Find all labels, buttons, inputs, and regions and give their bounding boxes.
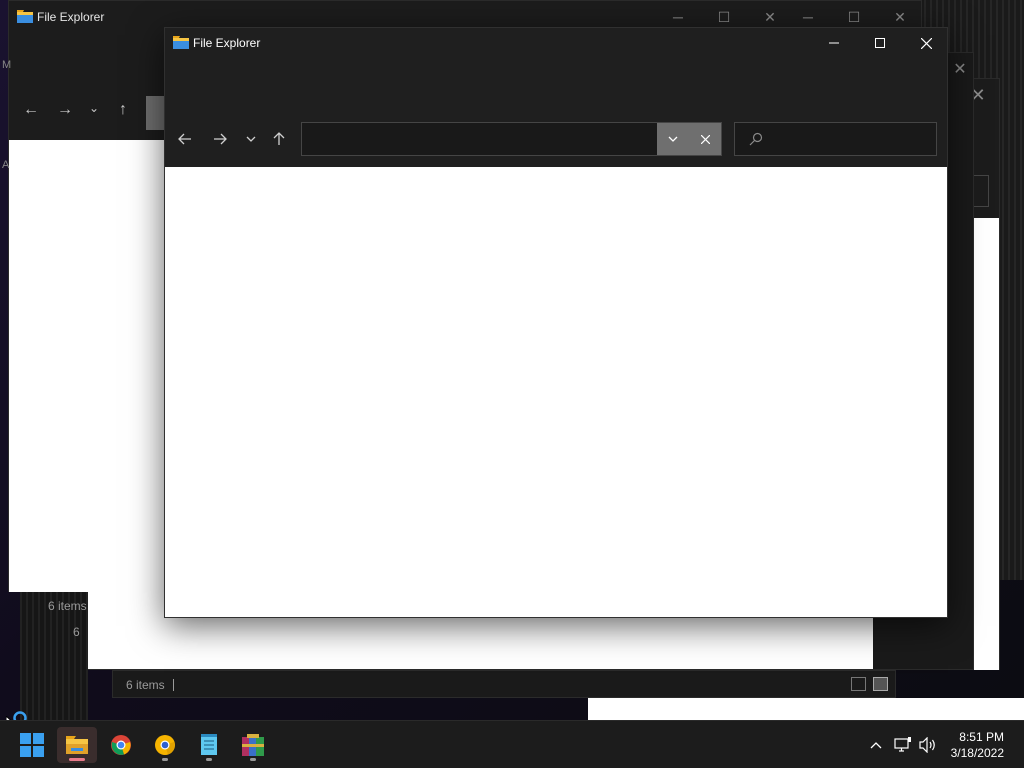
volume-button[interactable] [918, 735, 938, 755]
back-arrow-icon [178, 133, 191, 145]
status-divider [173, 679, 174, 691]
status-item-count: 6 [73, 625, 80, 639]
windows-logo-icon [20, 733, 44, 757]
window-title: File Explorer [37, 10, 105, 24]
folder-icon [17, 10, 33, 23]
window-title: File Explorer [193, 36, 261, 50]
address-clear-button[interactable] [689, 123, 721, 155]
search-icon [749, 132, 763, 146]
up-arrow-icon[interactable]: ↑ [119, 101, 127, 119]
chevron-down-icon [246, 136, 256, 142]
minimize-icon [829, 42, 839, 44]
large-icons-view-icon[interactable] [873, 677, 888, 691]
clock-date: 3/18/2022 [950, 746, 1004, 760]
address-bar[interactable] [301, 122, 722, 156]
address-bar-edge[interactable] [146, 96, 166, 130]
winrar-icon [242, 734, 264, 756]
taskbar-notepad[interactable] [189, 727, 229, 763]
chevron-up-icon [870, 742, 882, 749]
start-button[interactable] [12, 727, 52, 763]
sidebar-letter: A [2, 159, 10, 171]
clock-time: 8:51 PM [959, 730, 1004, 744]
show-hidden-icons-button[interactable] [866, 735, 886, 755]
running-indicator [206, 758, 212, 761]
file-explorer-window[interactable]: File Explorer [164, 27, 948, 618]
clock[interactable]: 8:51 PM 3/18/2022 [951, 729, 1004, 761]
volume-icon [919, 737, 935, 753]
title-bar[interactable]: File Explorer [165, 28, 947, 58]
minimize-button[interactable] [811, 28, 857, 58]
background-white-pane [588, 698, 1024, 720]
recent-locations-button[interactable] [239, 127, 263, 151]
sidebar-letter: M [2, 59, 12, 71]
running-indicator [162, 758, 168, 761]
taskbar-file-explorer[interactable] [57, 727, 97, 763]
chrome-canary-icon [155, 735, 175, 755]
content-pane[interactable] [165, 167, 947, 617]
address-dropdown-button[interactable] [657, 123, 689, 155]
running-indicator [250, 758, 256, 761]
forward-arrow-icon[interactable]: → [57, 101, 73, 119]
content-pane [9, 140, 165, 592]
back-button[interactable] [173, 127, 197, 151]
folder-icon [173, 36, 189, 49]
up-arrow-icon [273, 132, 285, 145]
taskbar-chrome[interactable] [101, 727, 141, 763]
busy-ring-icon [13, 711, 27, 720]
network-icon [894, 737, 911, 752]
forward-arrow-icon [214, 133, 227, 145]
status-bar [112, 670, 896, 698]
taskbar-winrar[interactable] [233, 727, 273, 763]
maximize-button[interactable] [857, 28, 903, 58]
close-icon [700, 134, 710, 144]
network-button[interactable] [893, 735, 913, 755]
notepad-icon [201, 734, 217, 755]
desktop: ✕ ✕ File Explorer ─ ☐ ✕ ─ ☐ ✕ ← → ⌄ ↑ M … [0, 0, 1024, 720]
taskbar: 8:51 PM 3/18/2022 [0, 720, 1024, 768]
status-item-count: 6 items [48, 599, 87, 613]
maximize-icon [875, 38, 885, 48]
close-button[interactable] [903, 28, 949, 58]
chevron-down-icon [668, 136, 678, 142]
search-box[interactable] [734, 122, 937, 156]
taskbar-chrome-canary[interactable] [145, 727, 185, 763]
status-item-count: 6 items [126, 678, 165, 692]
chevron-down-icon[interactable]: ⌄ [89, 101, 99, 115]
details-view-icon[interactable] [851, 677, 866, 691]
chrome-icon [111, 735, 131, 755]
close-icon [920, 37, 932, 49]
back-arrow-icon[interactable]: ← [23, 101, 39, 119]
forward-button[interactable] [208, 127, 232, 151]
folder-icon [66, 736, 88, 754]
active-indicator [69, 758, 85, 761]
up-button[interactable] [267, 127, 291, 151]
